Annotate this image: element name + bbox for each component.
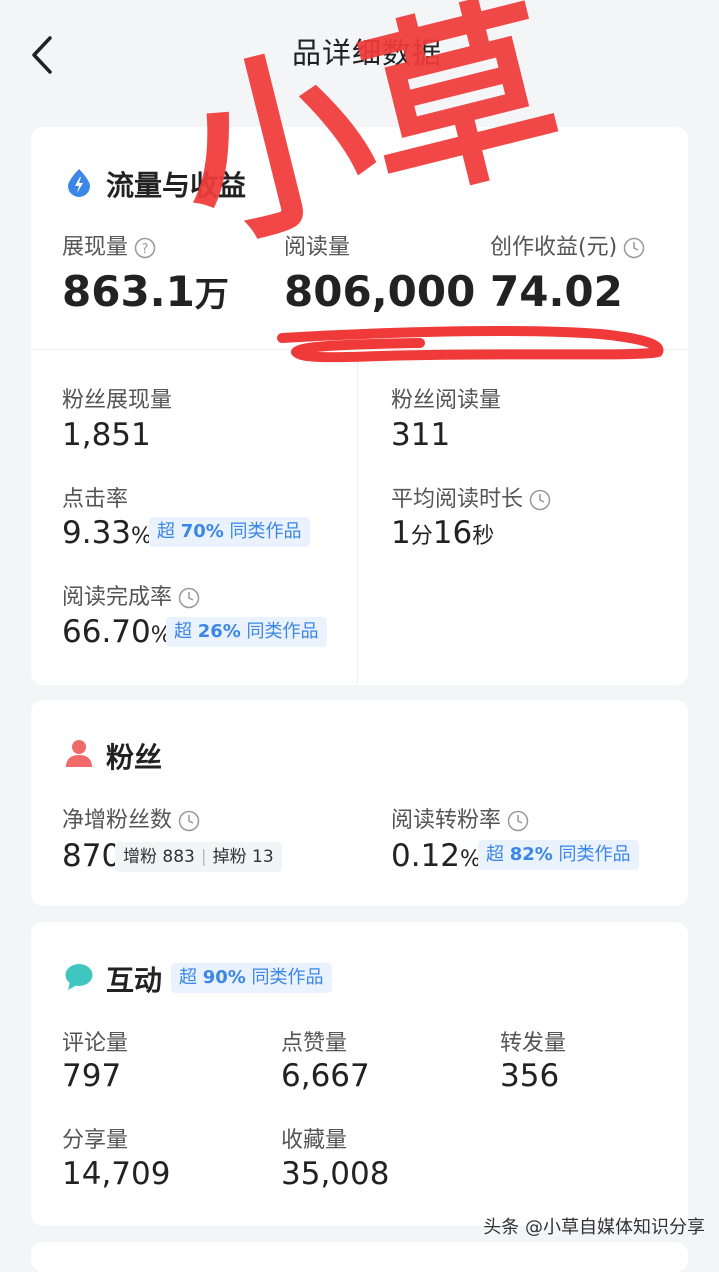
favorites-value: 35,008 <box>281 1156 390 1192</box>
fans-card: 粉丝 净增粉丝数 870 增粉 883 | 掉粉 13 阅读转粉率 0.12% 超 … <box>31 700 688 906</box>
earnings-label: 创作收益(元) <box>490 229 645 261</box>
impressions-label: 展现量? <box>62 229 156 261</box>
completion-value: 66.70% <box>62 614 172 650</box>
fan-reads-label: 粉丝阅读量 <box>391 388 502 413</box>
completion-label: 阅读完成率 <box>62 579 200 611</box>
question-icon[interactable]: ? <box>134 237 156 259</box>
person-icon <box>66 740 92 767</box>
reads-value: 806,000 <box>284 267 476 316</box>
chat-bubble-icon <box>65 964 93 990</box>
ctr-label: 点击率 <box>62 487 129 512</box>
read-to-fan-value: 0.12% <box>391 838 481 874</box>
clock-icon[interactable] <box>507 810 529 832</box>
traffic-card: 流量与收益 展现量? 863.1万 阅读量 806,000 创作收益(元) 74… <box>31 127 688 685</box>
fan-impressions-value: 1,851 <box>62 417 151 453</box>
next-card <box>31 1242 688 1272</box>
back-button[interactable] <box>26 30 66 80</box>
avg-read-time-value: 1分16秒 <box>391 515 495 551</box>
divider <box>357 350 358 684</box>
clock-icon[interactable] <box>178 810 200 832</box>
forwards-label: 转发量 <box>500 1031 567 1056</box>
clock-icon[interactable] <box>623 237 645 259</box>
forwards-value: 356 <box>500 1058 560 1094</box>
traffic-title: 流量与收益 <box>106 169 247 202</box>
shares-value: 14,709 <box>62 1156 171 1192</box>
read-to-fan-label: 阅读转粉率 <box>391 802 529 834</box>
likes-value: 6,667 <box>281 1058 370 1094</box>
svg-text:?: ? <box>142 242 149 257</box>
interaction-card: 互动 超 90% 同类作品 评论量 797 点赞量 6,667 转发量 356 … <box>31 922 688 1226</box>
read-to-fan-badge: 超 82% 同类作品 <box>478 840 639 870</box>
comments-value: 797 <box>62 1058 122 1094</box>
net-fans-value: 870 <box>62 838 122 874</box>
clock-icon[interactable] <box>178 587 200 609</box>
watermark: 头条 @小草自媒体知识分享 <box>483 1217 705 1238</box>
top-bar: 品详细数据 <box>0 0 719 105</box>
lightning-drop-icon <box>68 169 90 197</box>
likes-label: 点赞量 <box>281 1031 348 1056</box>
favorites-label: 收藏量 <box>281 1128 348 1153</box>
impressions-value: 863.1万 <box>62 267 229 316</box>
page-title: 品详细数据 <box>292 36 443 70</box>
clock-icon[interactable] <box>529 489 551 511</box>
ctr-badge: 超 70% 同类作品 <box>149 517 310 547</box>
shares-label: 分享量 <box>62 1128 129 1153</box>
interaction-badge: 超 90% 同类作品 <box>171 963 332 993</box>
completion-badge: 超 26% 同类作品 <box>166 617 327 647</box>
fan-reads-value: 311 <box>391 417 451 453</box>
fan-impressions-label: 粉丝展现量 <box>62 388 173 413</box>
ctr-value: 9.33% <box>62 515 152 551</box>
back-arrow-icon <box>32 36 52 74</box>
fans-title: 粉丝 <box>106 741 163 774</box>
fans-gain-loss: 增粉 883 | 掉粉 13 <box>115 842 282 872</box>
interaction-title: 互动 <box>106 964 163 997</box>
avg-read-time-label: 平均阅读时长 <box>391 481 551 513</box>
earnings-value: 74.02 <box>490 267 623 316</box>
comments-label: 评论量 <box>62 1031 129 1056</box>
divider <box>31 349 688 350</box>
net-fans-label: 净增粉丝数 <box>62 802 200 834</box>
reads-label: 阅读量 <box>284 235 351 260</box>
